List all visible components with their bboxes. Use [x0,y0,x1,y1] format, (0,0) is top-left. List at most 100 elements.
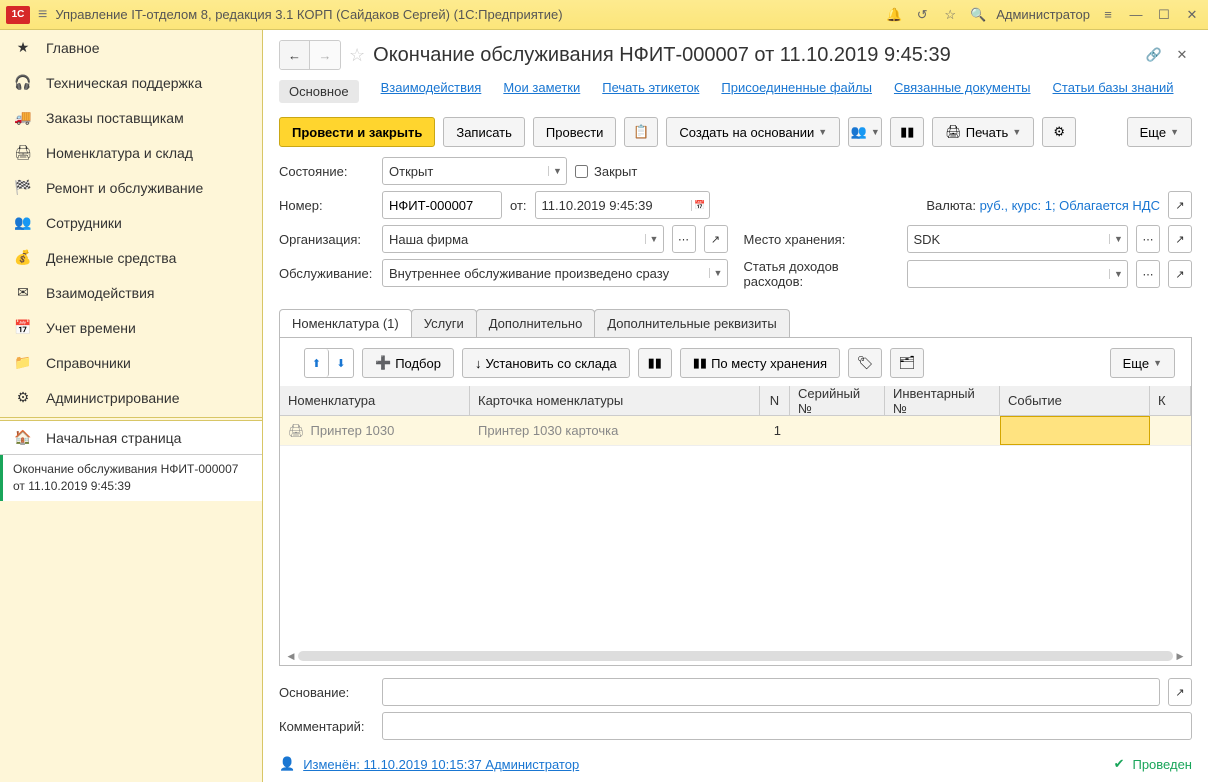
close-icon[interactable]: ✕ [1182,5,1202,25]
menu-icon[interactable]: ≡ [38,6,47,24]
currency-link[interactable]: руб., курс: 1; Облагается НДС [980,198,1160,213]
sidebar-label: Ремонт и обслуживание [46,180,203,196]
tab-main[interactable]: Основное [279,80,359,103]
service-select[interactable]: Внутреннее обслуживание произведено сраз… [382,259,728,287]
history-icon[interactable]: ↺ [912,5,932,25]
sidebar-label: Учет времени [46,320,136,336]
th-n[interactable]: N [760,386,790,415]
sidebar-item-stock[interactable]: 🖨Номенклатура и склад [0,135,262,170]
sidebar-home[interactable]: 🏠Начальная страница [0,420,262,455]
mail-icon: ✉ [14,284,32,302]
income-open-button[interactable]: ↗ [1168,260,1192,288]
sidebar-item-repair[interactable]: 🏁Ремонт и обслуживание [0,170,262,205]
sidebar-item-time[interactable]: 📅Учет времени [0,310,262,345]
maximize-icon[interactable]: ☐ [1154,5,1174,25]
income-pick-button[interactable]: ⋯ [1136,260,1160,288]
sidebar-label: Начальная страница [46,430,181,446]
settings-icon[interactable]: ≡ [1098,5,1118,25]
table-scrollbar[interactable]: ◀▶ [284,649,1187,663]
tab-files[interactable]: Присоединенные файлы [721,80,872,103]
nav-forward-button[interactable]: → [310,41,340,69]
sidebar-open-doc[interactable]: Окончание обслуживания НФИТ-000007 от 11… [0,455,262,501]
tab-kb[interactable]: Статьи базы знаний [1053,80,1174,103]
state-select[interactable]: Открыт▼ [382,157,567,185]
print-button[interactable]: 🖨 Печать▼ [932,117,1034,147]
modified-link[interactable]: Изменён: 11.10.2019 10:15:37 Администрат… [303,757,579,772]
closed-checkbox[interactable] [575,165,588,178]
org-select[interactable]: Наша фирма▼ [382,225,664,253]
from-label: от: [510,198,527,213]
sidebar-item-staff[interactable]: 👥Сотрудники [0,205,262,240]
sidebar-item-refs[interactable]: 📁Справочники [0,345,262,380]
th-event[interactable]: Событие [1000,386,1150,415]
th-serial[interactable]: Серийный № [790,386,885,415]
link-icon[interactable]: 🔗 [1144,45,1164,65]
by-storage-button[interactable]: ▮▮ По месту хранения [680,348,840,378]
storage-select[interactable]: SDK▼ [907,225,1129,253]
basis-input[interactable] [382,678,1160,706]
sidebar-item-money[interactable]: 💰Денежные средства [0,240,262,275]
sidebar-item-support[interactable]: 🎧 Техническая поддержка [0,65,262,100]
tab-notes[interactable]: Мои заметки [503,80,580,103]
minimize-icon[interactable]: — [1126,5,1146,25]
comment-input[interactable] [382,712,1192,740]
currency-info: Валюта: руб., курс: 1; Облагается НДС [926,198,1160,213]
basis-open-button[interactable]: ↗ [1168,678,1192,706]
tools-button[interactable]: ⚙ [1042,117,1076,147]
sidebar-item-interactions[interactable]: ✉Взаимодействия [0,275,262,310]
report-button[interactable]: 📋 [624,117,658,147]
more-button[interactable]: Еще▼ [1127,117,1192,147]
headset-icon: 🎧 [14,74,32,92]
currency-open-button[interactable]: ↗ [1168,191,1192,219]
barcode-lines-button[interactable]: ▮▮ [638,348,672,378]
bell-icon[interactable]: 🔔 [884,5,904,25]
users-action-button[interactable]: 👥▼ [848,117,882,147]
sidebar-label: Справочники [46,355,131,371]
row-down-button[interactable]: ⬇ [329,349,353,377]
sidebar-item-orders[interactable]: 🚚Заказы поставщикам [0,100,262,135]
th-k[interactable]: К [1150,386,1191,415]
set-stock-button[interactable]: ↓ Установить со склада [462,348,630,378]
th-card[interactable]: Карточка номенклатуры [470,386,760,415]
user-name[interactable]: Администратор [996,7,1090,22]
search-icon[interactable]: 🔍 [968,5,988,25]
storage-pick-button[interactable]: ⋯ [1136,225,1160,253]
sidebar-item-main[interactable]: ★Главное [0,30,262,65]
number-input[interactable] [382,191,502,219]
tab-labels[interactable]: Печать этикеток [602,80,699,103]
org-open-button[interactable]: ↗ [704,225,728,253]
date-input[interactable]: 11.10.2019 9:45:39📅 [535,191,710,219]
subtab-services[interactable]: Услуги [411,309,477,337]
row-up-button[interactable]: ⬆ [305,349,329,377]
favorite-icon[interactable]: ☆ [349,45,365,66]
tab-interactions[interactable]: Взаимодействия [381,80,482,103]
th-nomenclature[interactable]: Номенклатура [280,386,470,415]
income-select[interactable]: ▼ [907,260,1129,288]
sidebar-item-admin[interactable]: ⚙Администрирование [0,380,262,415]
post-close-button[interactable]: Провести и закрыть [279,117,435,147]
app-title: Управление IT-отделом 8, редакция 3.1 КО… [55,7,562,22]
table-row[interactable]: 🖨Принтер 1030 Принтер 1030 карточка 1 [280,416,1191,446]
save-button[interactable]: Записать [443,117,525,147]
check-icon: ✔ [1114,756,1125,772]
barcode-button[interactable]: ▮▮ [890,117,924,147]
org-pick-button[interactable]: ⋯ [672,225,696,253]
user-icon: 👤 [279,756,295,772]
tag-button[interactable]: 🏷 [848,348,882,378]
subtoolbar-more-button[interactable]: Еще▼ [1110,348,1175,378]
subtab-extra-req[interactable]: Дополнительные реквизиты [594,309,789,337]
storage-open-button[interactable]: ↗ [1168,225,1192,253]
tab-related[interactable]: Связанные документы [894,80,1031,103]
close-doc-icon[interactable]: ✕ [1172,45,1192,65]
sidebar-label: Техническая поддержка [46,75,202,91]
subtab-extra[interactable]: Дополнительно [476,309,596,337]
card-button[interactable]: 🗂 [890,348,924,378]
subtab-nomenclature[interactable]: Номенклатура (1) [279,309,412,337]
truck-icon: 🚚 [14,109,32,127]
nav-back-button[interactable]: ← [280,41,310,69]
star-icon[interactable]: ☆ [940,5,960,25]
post-button[interactable]: Провести [533,117,617,147]
th-inventory[interactable]: Инвентарный № [885,386,1000,415]
pick-button[interactable]: ➕ Подбор [362,348,454,378]
create-based-button[interactable]: Создать на основании▼ [666,117,840,147]
